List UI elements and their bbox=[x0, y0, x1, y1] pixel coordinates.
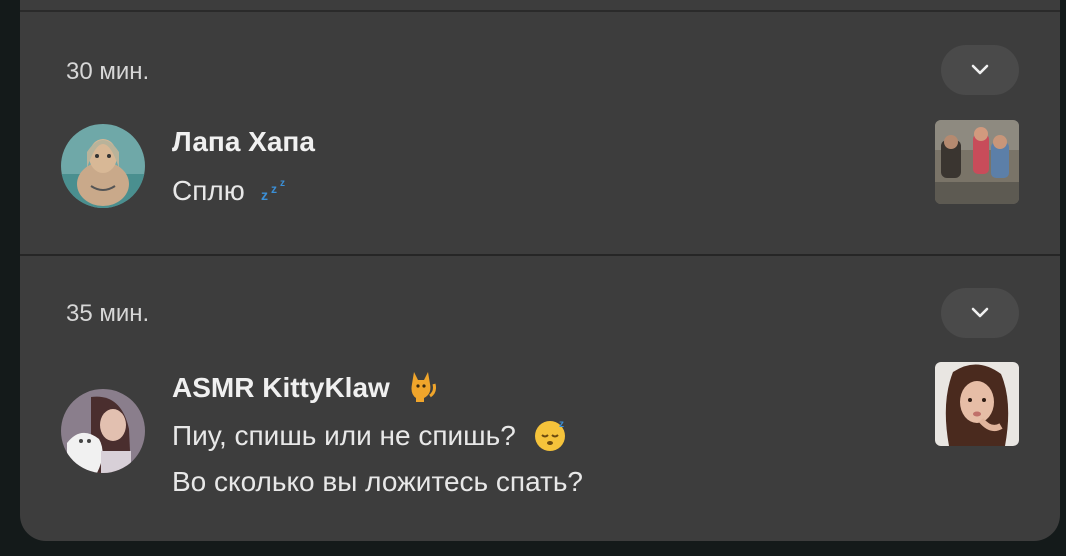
sleeping-face-emoji: z bbox=[532, 417, 570, 458]
message-text: Пиу, спишь или не спишь? z bbox=[172, 417, 570, 458]
sender-label: ASMR KittyKlaw bbox=[172, 371, 390, 403]
expand-button[interactable] bbox=[941, 45, 1019, 95]
notification-item[interactable]: 30 мин. Лапа Хапа Сплю z z z bbox=[20, 12, 1060, 254]
notification-panel: 30 мин. Лапа Хапа Сплю z z z 35 мин. ASM… bbox=[20, 0, 1060, 541]
message-thumbnail[interactable] bbox=[935, 362, 1019, 446]
notification-item[interactable]: 35 мин. ASMR KittyKlaw Пиу, спишь или не… bbox=[20, 256, 1060, 541]
message-text: Сплю z z z bbox=[172, 175, 295, 209]
avatar[interactable] bbox=[61, 389, 145, 473]
message-line: Во сколько вы ложитесь спать? bbox=[172, 466, 584, 497]
sender-name: ASMR KittyKlaw bbox=[172, 368, 436, 411]
expand-button[interactable] bbox=[941, 288, 1019, 338]
message-line: Сплю bbox=[172, 175, 245, 206]
chevron-down-icon bbox=[971, 307, 989, 318]
cat-emoji bbox=[406, 368, 436, 411]
svg-text:z: z bbox=[271, 182, 277, 196]
sender-name: Лапа Хапа bbox=[172, 126, 315, 157]
chevron-down-icon bbox=[971, 64, 989, 75]
svg-text:z: z bbox=[280, 178, 285, 189]
message-thumbnail[interactable] bbox=[935, 120, 1019, 204]
zzz-emoji: z z z bbox=[261, 176, 295, 209]
background-strip bbox=[0, 541, 1066, 556]
svg-text:z: z bbox=[559, 419, 564, 430]
message-line: Пиу, спишь или не спишь? bbox=[172, 419, 516, 451]
svg-text:z: z bbox=[261, 187, 268, 202]
notification-time: 30 мин. bbox=[66, 58, 150, 85]
notification-time: 35 мин. bbox=[66, 300, 150, 327]
avatar[interactable] bbox=[61, 124, 145, 208]
